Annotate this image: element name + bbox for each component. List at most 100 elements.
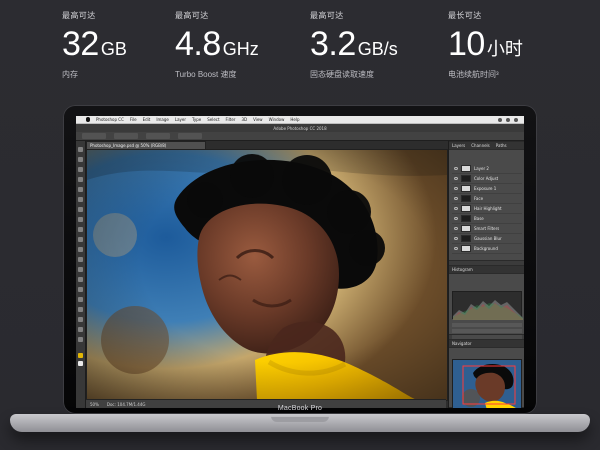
histogram-panel-body — [449, 274, 524, 339]
foreground-color-swatch[interactable] — [78, 353, 83, 358]
layer-row[interactable]: Gaussian Blur — [452, 234, 522, 244]
visibility-eye-icon[interactable] — [454, 187, 458, 190]
right-panels: Layers Channels Paths Layer 2 Color Adju… — [448, 141, 524, 408]
image-canvas[interactable] — [86, 149, 448, 401]
tool-preset-button[interactable] — [82, 133, 106, 139]
crop-tool-icon[interactable] — [78, 187, 83, 192]
visibility-eye-icon[interactable] — [454, 197, 458, 200]
menu-item[interactable]: Select — [207, 117, 219, 122]
menu-item[interactable]: Filter — [226, 117, 236, 122]
layer-row[interactable]: Background — [452, 244, 522, 254]
trackpad-notch — [271, 416, 329, 422]
menu-item[interactable]: Help — [290, 117, 299, 122]
spec-unit: GB — [100, 39, 127, 59]
spec-number: 3.2 — [310, 25, 356, 63]
layer-thumbnail — [461, 195, 471, 202]
spec-unit: GHz — [222, 39, 259, 59]
dodge-tool-icon[interactable] — [78, 277, 83, 282]
tab-navigator[interactable]: Navigator — [452, 341, 472, 346]
layers-list: Layer 2 Color Adjust Exposure 1 Face Hai… — [452, 164, 522, 254]
layer-row[interactable]: Hair Highlight — [452, 204, 522, 214]
model-label: MacBook Pro — [277, 405, 323, 412]
layer-name: Face — [474, 196, 484, 201]
laptop-base — [10, 414, 590, 432]
gradient-tool-icon[interactable] — [78, 257, 83, 262]
info-line — [452, 329, 522, 333]
tool-option-button[interactable] — [146, 133, 170, 139]
hand-tool-icon[interactable] — [78, 327, 83, 332]
search-icon[interactable] — [514, 117, 518, 122]
layer-thumbnail — [461, 205, 471, 212]
layer-thumbnail — [461, 175, 471, 182]
spec-turbo: 最高可达 4.8 GHz Turbo Boost 速度 — [175, 10, 315, 80]
layer-row[interactable]: Smart Filters — [452, 224, 522, 234]
navigator-thumbnail — [453, 360, 521, 408]
layer-row[interactable]: Layer 2 — [452, 164, 522, 174]
menu-item[interactable]: Edit — [143, 117, 151, 122]
healing-tool-icon[interactable] — [78, 207, 83, 212]
menu-item[interactable]: Layer — [175, 117, 186, 122]
menu-item[interactable]: File — [130, 117, 137, 122]
apple-logo-icon[interactable] — [86, 117, 90, 122]
blur-tool-icon[interactable] — [78, 267, 83, 272]
layer-row[interactable]: Exposure 1 — [452, 184, 522, 194]
tools-panel — [76, 141, 86, 408]
layer-name: Layer 2 — [474, 166, 489, 171]
visibility-eye-icon[interactable] — [454, 167, 458, 170]
layer-name: Gaussian Blur — [474, 236, 502, 241]
visibility-eye-icon[interactable] — [454, 227, 458, 230]
tool-option-button[interactable] — [114, 133, 138, 139]
pen-tool-icon[interactable] — [78, 287, 83, 292]
spec-number: 32 — [62, 25, 99, 63]
layer-name: Base — [474, 216, 484, 221]
tab-layers[interactable]: Layers — [452, 143, 465, 148]
history-brush-tool-icon[interactable] — [78, 237, 83, 242]
menu-item[interactable]: Image — [156, 117, 169, 122]
battery-icon[interactable] — [506, 117, 510, 122]
background-color-swatch[interactable] — [78, 361, 83, 366]
zoom-tool-icon[interactable] — [78, 337, 83, 342]
menu-item[interactable]: Window — [269, 117, 285, 122]
layer-name: Hair Highlight — [474, 206, 502, 211]
brush-tool-icon[interactable] — [78, 217, 83, 222]
layer-thumbnail — [461, 245, 471, 252]
quick-select-tool-icon[interactable] — [78, 177, 83, 182]
visibility-eye-icon[interactable] — [454, 207, 458, 210]
move-tool-icon[interactable] — [78, 147, 83, 152]
visibility-eye-icon[interactable] — [454, 217, 458, 220]
menu-item[interactable]: View — [253, 117, 263, 122]
layer-row[interactable]: Face — [452, 194, 522, 204]
type-tool-icon[interactable] — [78, 297, 83, 302]
visibility-eye-icon[interactable] — [454, 177, 458, 180]
visibility-eye-icon[interactable] — [454, 237, 458, 240]
menu-item[interactable]: 3D — [241, 117, 247, 122]
path-select-tool-icon[interactable] — [78, 307, 83, 312]
tab-histogram[interactable]: Histogram — [452, 267, 473, 272]
wifi-icon[interactable] — [498, 117, 502, 122]
tool-option-button[interactable] — [178, 133, 202, 139]
clone-stamp-tool-icon[interactable] — [78, 227, 83, 232]
visibility-eye-icon[interactable] — [454, 247, 458, 250]
spec-number: 4.8 — [175, 25, 221, 63]
menu-item[interactable]: Type — [192, 117, 201, 122]
marquee-tool-icon[interactable] — [78, 157, 83, 162]
layer-row[interactable]: Color Adjust — [452, 174, 522, 184]
document-tab[interactable]: Photoshop_Image.psd @ 50% (RGB/8) — [86, 141, 206, 149]
tab-channels[interactable]: Channels — [471, 143, 490, 148]
eyedropper-tool-icon[interactable] — [78, 197, 83, 202]
layer-row[interactable]: Base — [452, 214, 522, 224]
navigator-preview[interactable] — [452, 359, 522, 408]
layers-panel-header: Layers Channels Paths — [449, 142, 524, 150]
menu-item[interactable]: Photoshop CC — [96, 117, 124, 122]
histogram-panel-header: Histogram — [449, 266, 524, 274]
specs-row: 最高可达 32 GB 内存 最高可达 4.8 GHz Turbo Boost 速… — [0, 0, 600, 90]
tab-paths[interactable]: Paths — [496, 143, 507, 148]
navigator-panel-header: Navigator — [449, 340, 524, 348]
layer-thumbnail — [461, 165, 471, 172]
eraser-tool-icon[interactable] — [78, 247, 83, 252]
lasso-tool-icon[interactable] — [78, 167, 83, 172]
layer-name: Background — [474, 246, 498, 251]
shape-tool-icon[interactable] — [78, 317, 83, 322]
spec-label: Turbo Boost 速度 — [175, 70, 237, 79]
spec-label: 固态硬盘读取速度 — [310, 70, 374, 79]
